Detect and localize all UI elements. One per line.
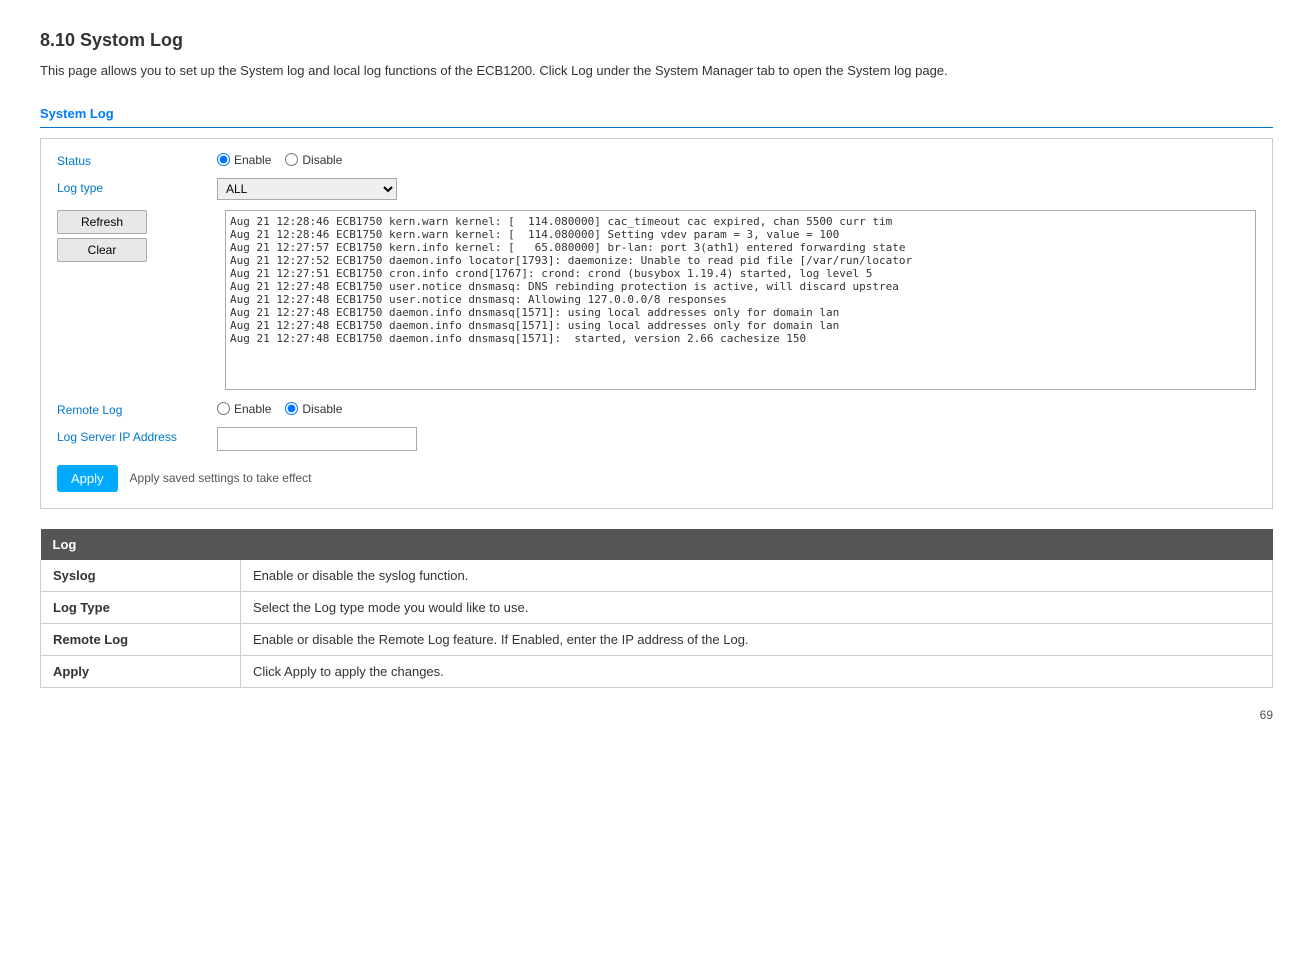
remote-enable-label: Enable — [234, 402, 271, 416]
apply-row: Apply Apply saved settings to take effec… — [57, 465, 1256, 492]
log-type-label: Log type — [57, 178, 217, 195]
apply-button[interactable]: Apply — [57, 465, 118, 492]
clear-button[interactable]: Clear — [57, 238, 147, 262]
remote-enable-radio[interactable] — [217, 402, 230, 415]
status-label: Status — [57, 151, 217, 168]
remote-disable-radio[interactable] — [285, 402, 298, 415]
table-row: Log TypeSelect the Log type mode you wou… — [41, 591, 1273, 623]
log-server-ip-row: Log Server IP Address — [57, 427, 1256, 451]
page-intro: This page allows you to set up the Syste… — [40, 61, 1273, 82]
table-row: ApplyClick Apply to apply the changes. — [41, 655, 1273, 687]
table-description: Enable or disable the syslog function. — [241, 560, 1273, 592]
system-log-panel: Status Enable Disable Log type ALL Refre… — [40, 138, 1273, 509]
status-disable-label: Disable — [302, 153, 342, 167]
status-enable-label: Enable — [234, 153, 271, 167]
table-term: Syslog — [41, 560, 241, 592]
remote-disable-label: Disable — [302, 402, 342, 416]
table-header: Log — [41, 529, 1273, 560]
table-term: Remote Log — [41, 623, 241, 655]
log-server-ip-label: Log Server IP Address — [57, 427, 217, 444]
table-term: Apply — [41, 655, 241, 687]
log-textarea[interactable] — [225, 210, 1256, 390]
table-row: Remote LogEnable or disable the Remote L… — [41, 623, 1273, 655]
log-server-ip-control — [217, 427, 1256, 451]
table-term: Log Type — [41, 591, 241, 623]
remote-log-row: Remote Log Enable Disable — [57, 400, 1256, 417]
section-title: System Log — [40, 106, 1273, 121]
status-disable-radio[interactable] — [285, 153, 298, 166]
page-number: 69 — [40, 708, 1273, 722]
reference-table: Log SyslogEnable or disable the syslog f… — [40, 529, 1273, 688]
log-type-select[interactable]: ALL — [217, 178, 397, 200]
status-radio-group: Enable Disable — [217, 151, 1256, 167]
log-buttons-group: Refresh Clear — [57, 210, 147, 262]
section-divider — [40, 127, 1273, 128]
log-buttons-spacer: Refresh Clear — [57, 210, 217, 262]
table-row: SyslogEnable or disable the syslog funct… — [41, 560, 1273, 592]
log-server-ip-input[interactable] — [217, 427, 417, 451]
remote-log-radio-group: Enable Disable — [217, 400, 1256, 416]
log-content-row: Refresh Clear — [57, 210, 1256, 390]
table-description: Click Apply to apply the changes. — [241, 655, 1273, 687]
log-type-row: Log type ALL — [57, 178, 1256, 200]
status-row: Status Enable Disable — [57, 151, 1256, 168]
remote-disable-option[interactable]: Disable — [285, 402, 342, 416]
page-heading: 8.10 Systom Log — [40, 30, 1273, 51]
status-enable-option[interactable]: Enable — [217, 153, 271, 167]
remote-enable-option[interactable]: Enable — [217, 402, 271, 416]
table-description: Enable or disable the Remote Log feature… — [241, 623, 1273, 655]
apply-note: Apply saved settings to take effect — [130, 471, 312, 485]
remote-log-label: Remote Log — [57, 400, 217, 417]
refresh-button[interactable]: Refresh — [57, 210, 147, 234]
table-description: Select the Log type mode you would like … — [241, 591, 1273, 623]
status-enable-radio[interactable] — [217, 153, 230, 166]
status-disable-option[interactable]: Disable — [285, 153, 342, 167]
log-type-control: ALL — [217, 178, 1256, 200]
